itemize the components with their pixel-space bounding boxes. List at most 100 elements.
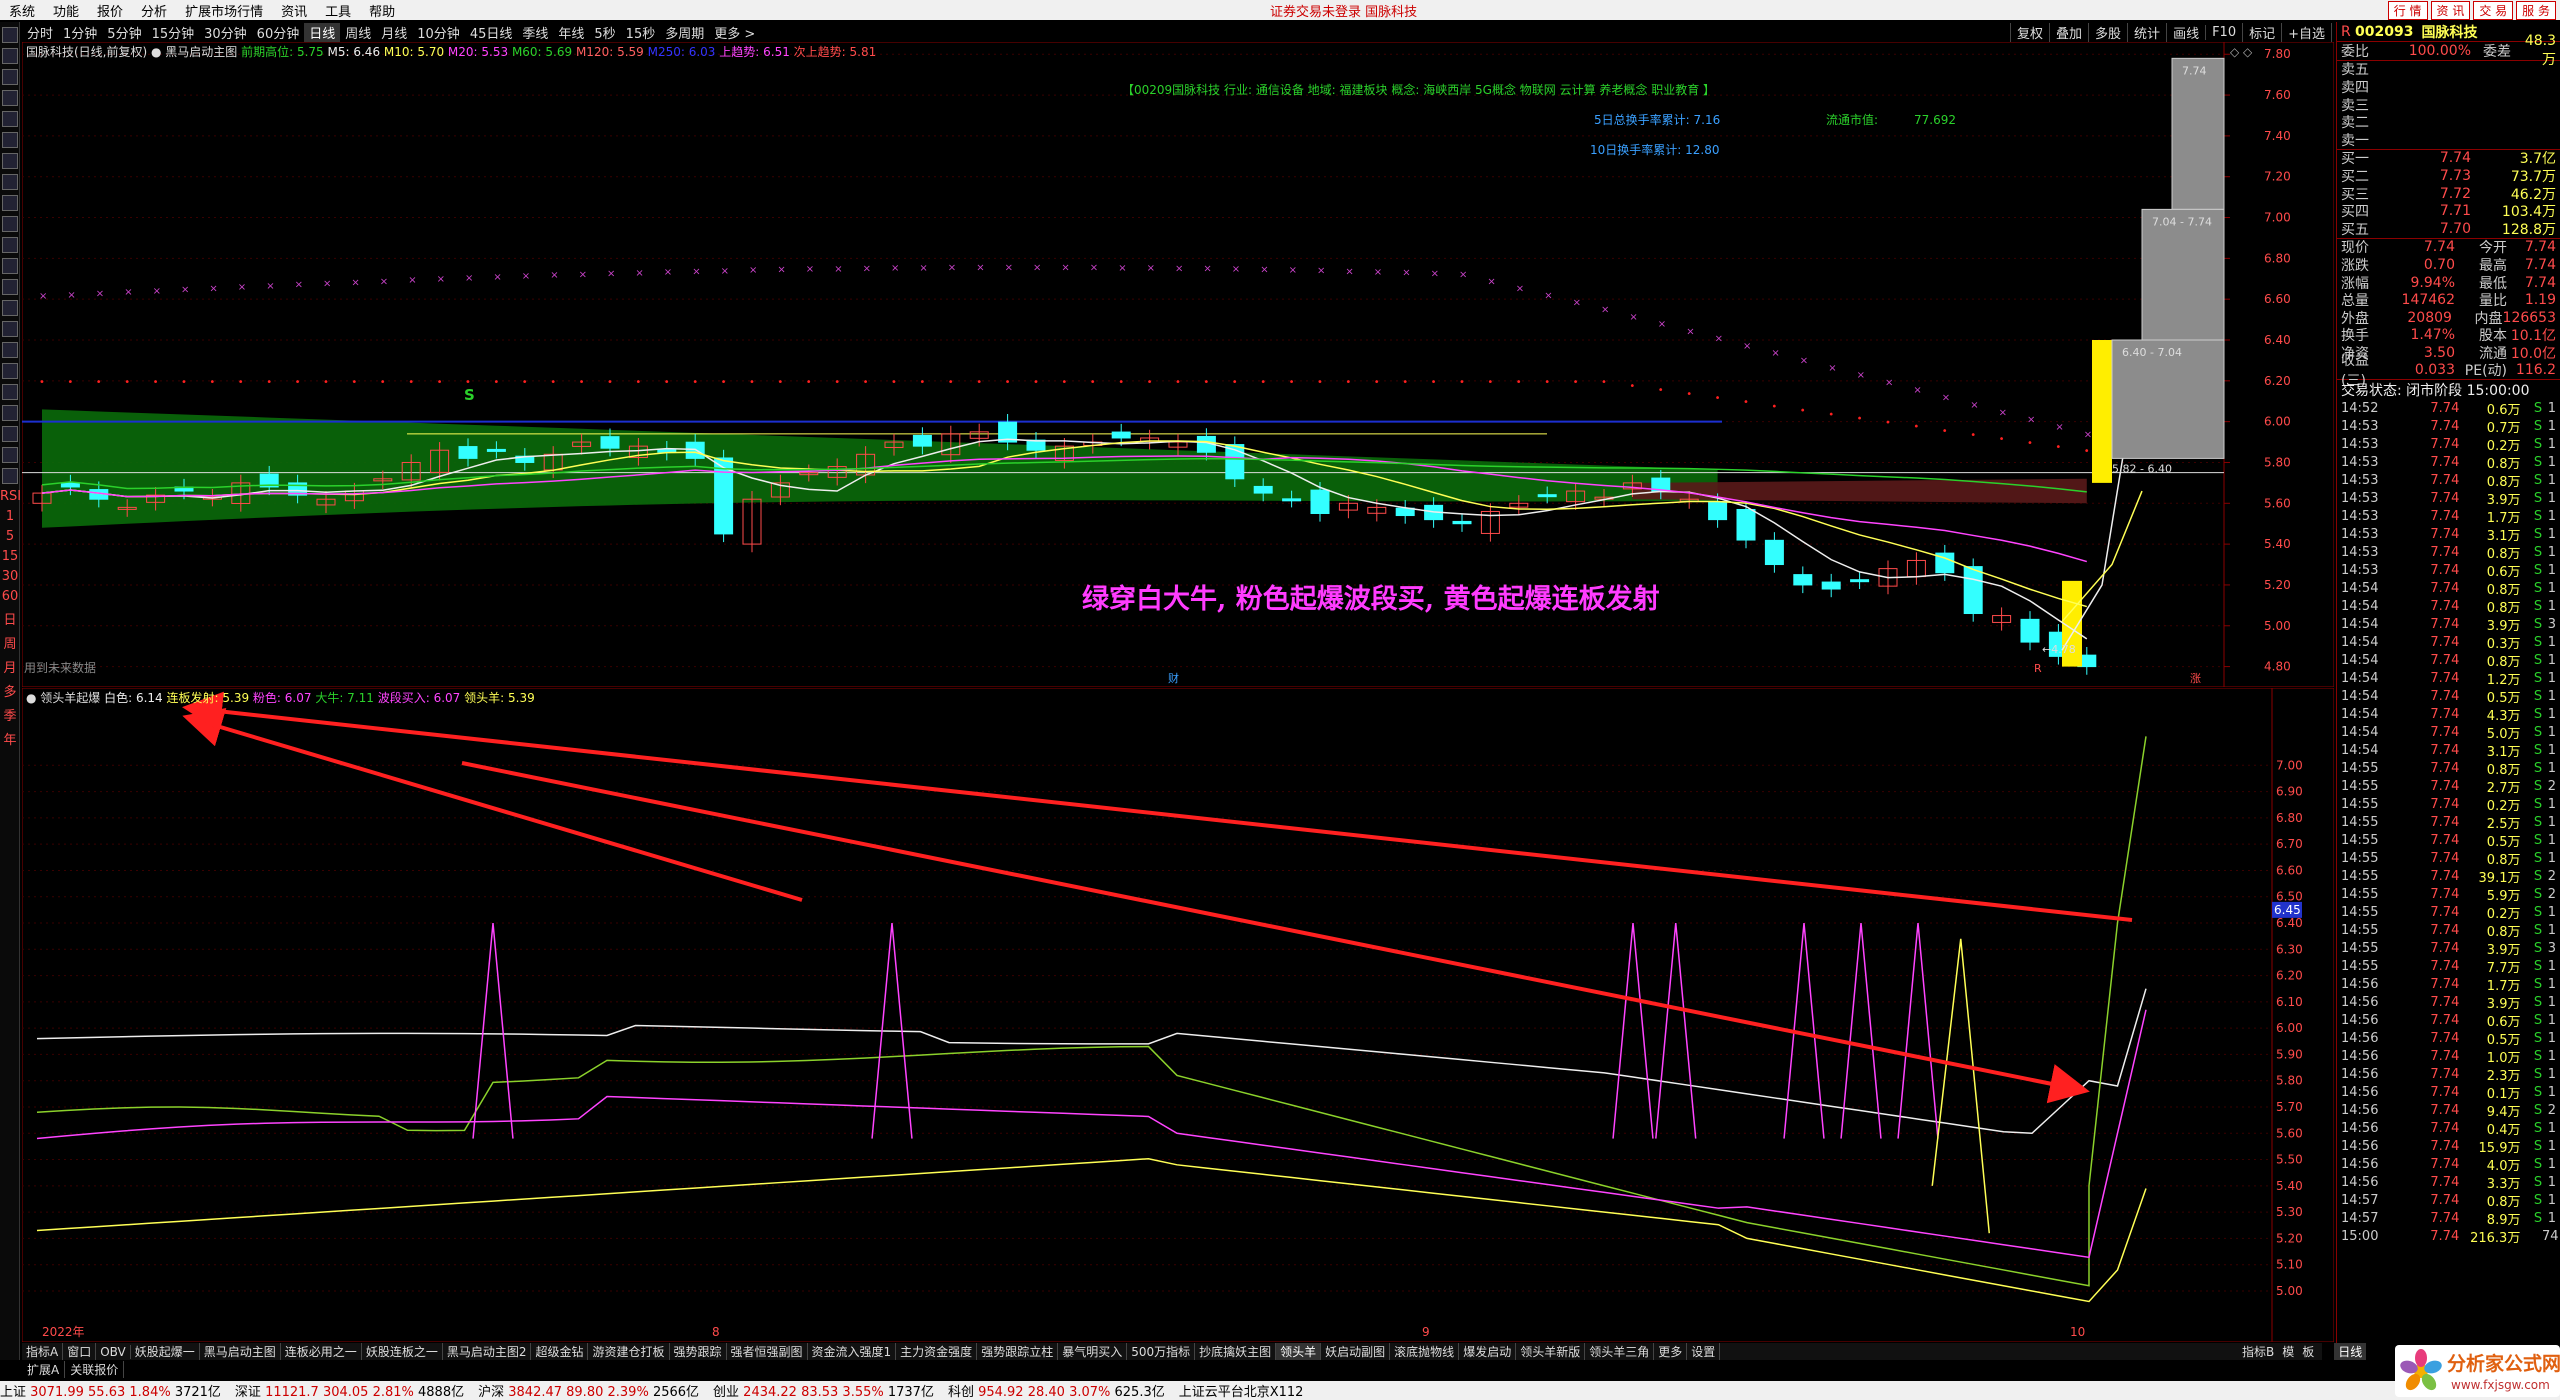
sidebar-tool-icon[interactable] (2, 69, 18, 85)
period-8[interactable]: 月线 (376, 23, 412, 42)
sidebar-label-11[interactable]: 年 (0, 729, 20, 748)
tool-4[interactable]: 画线 (2166, 22, 2205, 42)
period-15[interactable]: 多周期 (660, 23, 709, 42)
indicator-tab-16[interactable]: 500万指标 (1127, 1343, 1196, 1360)
tab-indicator-b[interactable]: 指标B (2238, 1343, 2278, 1360)
period-6[interactable]: 日线 (304, 22, 341, 42)
sidebar-tool-icon[interactable] (2, 342, 18, 358)
sidebar-tool-icon[interactable] (2, 300, 18, 316)
sidebar-tool-icon[interactable] (2, 447, 18, 463)
period-12[interactable]: 年线 (553, 23, 589, 42)
period-11[interactable]: 季线 (517, 23, 553, 42)
indicator-tab-10[interactable]: 强势跟踪 (670, 1343, 727, 1360)
tick-list[interactable]: 14:52 7.74 0.6万 S 1 14:53 7.74 0.7万 S 1 14:53 7.74 0… (2337, 399, 2560, 1246)
indicator-tab-4[interactable]: 黑马启动主图 (200, 1343, 281, 1360)
sidebar-tool-icon[interactable] (2, 363, 18, 379)
indicator-tab-13[interactable]: 主力资金强度 (896, 1343, 978, 1360)
sidebar-tool-icon[interactable] (2, 237, 18, 253)
indicator-tab-21[interactable]: 爆发启动 (1459, 1343, 1517, 1360)
sidebar-tool-icon[interactable] (2, 111, 18, 127)
menu-analysis[interactable]: 分析 (132, 1, 176, 20)
sidebar-tool-icon[interactable] (2, 195, 18, 211)
indicator-tab-8[interactable]: 超级金钻 (531, 1343, 589, 1360)
indicator-tab-24[interactable]: 更多 (1654, 1343, 1688, 1360)
menu-news[interactable]: 资讯 (272, 1, 316, 20)
tool-7[interactable]: +自选 (2281, 22, 2331, 42)
period-4[interactable]: 30分钟 (199, 23, 252, 42)
sidebar-tool-icon[interactable] (2, 384, 18, 400)
market-button[interactable]: 行 情 (2387, 0, 2428, 20)
indicator-tab-1[interactable]: 窗口 (63, 1343, 97, 1360)
sidebar-label-3[interactable]: 15 (0, 549, 20, 564)
sidebar-tool-icon[interactable] (2, 426, 18, 442)
indicator-tab-19[interactable]: 妖启动副图 (1321, 1343, 1391, 1360)
menu-ext-market[interactable]: 扩展市场行情 (176, 1, 272, 20)
tool-6[interactable]: 标记 (2242, 22, 2281, 42)
sub-indicator-chart[interactable]: 7.00 6.90 6.80 6.70 6.60 6.50 6.40 6.30 6.20 6.10… (22, 688, 2334, 1342)
period-0[interactable]: 分时 (22, 23, 58, 42)
sidebar-label-0[interactable]: RSI (0, 489, 21, 504)
sidebar-label-10[interactable]: 季 (0, 705, 20, 724)
sidebar-tool-icon[interactable] (2, 27, 18, 43)
indicator-tab-25[interactable]: 设置 (1687, 1343, 1721, 1360)
sidebar-tool-icon[interactable] (2, 216, 18, 232)
period-10[interactable]: 45日线 (465, 23, 518, 42)
sidebar-label-8[interactable]: 月 (0, 657, 20, 676)
period-9[interactable]: 10分钟 (412, 23, 465, 42)
indicator-tab-7[interactable]: 黑马启动主图2 (443, 1343, 532, 1360)
menu-system[interactable]: 系统 (0, 1, 44, 20)
sidebar-tool-icon[interactable] (2, 468, 18, 484)
period-16[interactable]: 更多 > (709, 23, 760, 42)
indicator-tab-2[interactable]: OBV (96, 1344, 131, 1359)
indicator-tab-14[interactable]: 强势跟踪立柱 (977, 1343, 1059, 1360)
period-3[interactable]: 15分钟 (147, 23, 200, 42)
period-1[interactable]: 1分钟 (58, 23, 102, 42)
indicator-tab-12[interactable]: 资金流入强度1 (808, 1343, 897, 1360)
menu-help[interactable]: 帮助 (360, 1, 404, 20)
sidebar-tool-icon[interactable] (2, 48, 18, 64)
sidebar-tool-icon[interactable] (2, 132, 18, 148)
service-button[interactable]: 服 务 (2516, 0, 2556, 20)
tool-3[interactable]: 统计 (2127, 22, 2166, 42)
trade-button[interactable]: 交 易 (2473, 0, 2514, 20)
sidebar-label-6[interactable]: 日 (0, 609, 20, 628)
sidebar-label-5[interactable]: 60 (0, 589, 20, 604)
menu-function[interactable]: 功能 (44, 1, 88, 20)
indicator-tab-0[interactable]: 指标A (22, 1343, 64, 1360)
indicator-tab-5[interactable]: 连板必用之一 (281, 1343, 362, 1360)
tab-board[interactable]: 板 (2298, 1343, 2318, 1360)
sidebar-tool-icon[interactable] (2, 153, 18, 169)
news-button[interactable]: 资 讯 (2430, 0, 2471, 20)
period-13[interactable]: 5秒 (589, 23, 620, 42)
main-kline-chart[interactable]: 7.80 7.60 7.40 7.20 7.00 6.80 6.60 6.40 6.20 6.00… (22, 42, 2334, 687)
tab-daily[interactable]: 日线 (2334, 1343, 2367, 1360)
sidebar-label-7[interactable]: 周 (0, 633, 20, 652)
extension-tab-0[interactable]: 扩展A (22, 1360, 66, 1378)
sidebar-tool-icon[interactable] (2, 174, 18, 190)
menu-quote[interactable]: 报价 (88, 1, 132, 20)
sidebar-label-2[interactable]: 5 (0, 529, 20, 544)
sidebar-label-9[interactable]: 多 (0, 681, 20, 700)
indicator-tab-15[interactable]: 暴气明买入 (1058, 1343, 1128, 1360)
sidebar-label-1[interactable]: 1 (0, 509, 20, 524)
tool-1[interactable]: 叠加 (2049, 22, 2088, 42)
sidebar-tool-icon[interactable] (2, 405, 18, 421)
indicator-tab-18[interactable]: 领头羊 (1276, 1343, 1322, 1360)
indicator-tab-9[interactable]: 游资建仓打板 (588, 1343, 670, 1360)
sidebar-tool-icon[interactable] (2, 279, 18, 295)
sidebar-tool-icon[interactable] (2, 258, 18, 274)
tool-0[interactable]: 复权 (2010, 22, 2049, 42)
sidebar-label-4[interactable]: 30 (0, 569, 20, 584)
indicator-tab-22[interactable]: 领头羊新版 (1516, 1343, 1586, 1360)
period-7[interactable]: 周线 (340, 23, 376, 42)
extension-tab-1[interactable]: 关联报价 (65, 1360, 125, 1378)
period-2[interactable]: 5分钟 (102, 23, 146, 42)
period-14[interactable]: 15秒 (621, 23, 661, 42)
indicator-tab-20[interactable]: 滚底抛物线 (1390, 1343, 1460, 1360)
indicator-tab-11[interactable]: 强者恒强副图 (727, 1343, 808, 1360)
indicator-tab-3[interactable]: 妖股起爆一 (131, 1343, 200, 1360)
tool-2[interactable]: 多股 (2088, 22, 2127, 42)
sidebar-tool-icon[interactable] (2, 90, 18, 106)
tool-5[interactable]: F10 (2205, 24, 2242, 40)
sidebar-tool-icon[interactable] (2, 321, 18, 337)
